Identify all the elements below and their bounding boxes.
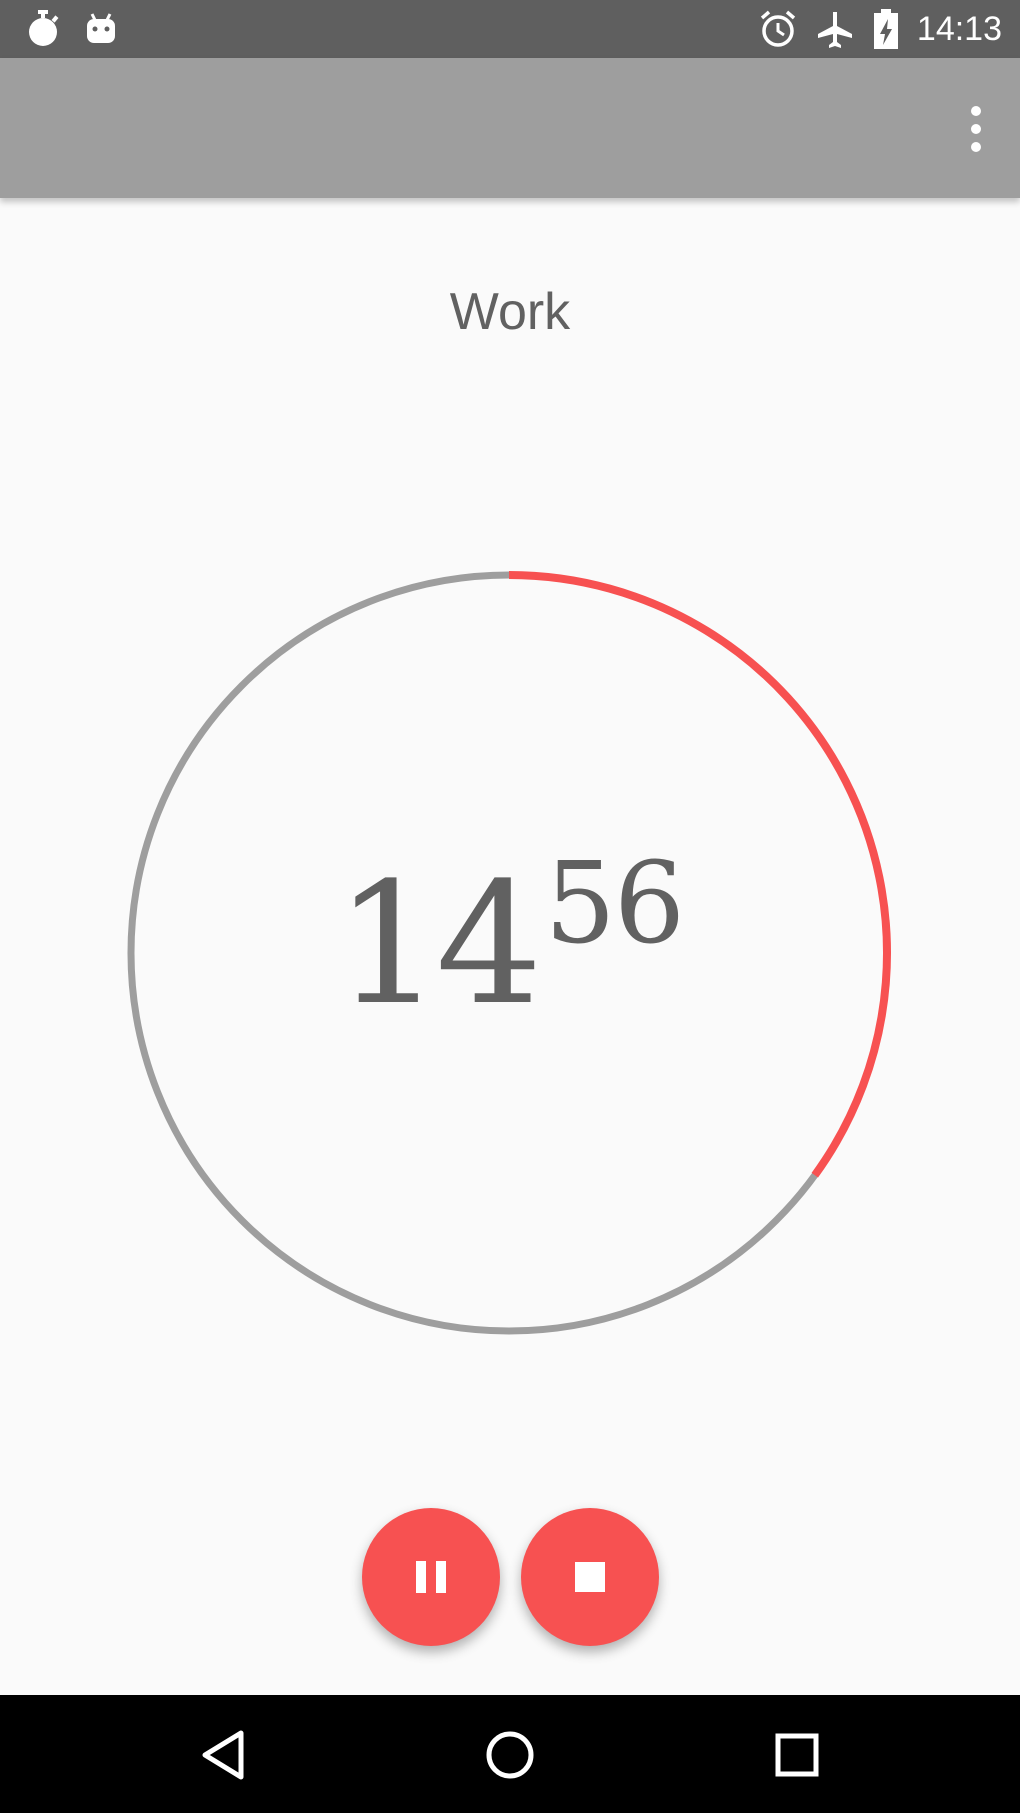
overflow-menu-button[interactable] [962,104,990,154]
app-bar [0,58,1020,198]
timer: 14 56 [126,570,892,1336]
timer-minutes: 14 [334,846,543,1042]
timer-seconds: 56 [544,839,686,969]
android-icon [87,13,115,43]
recents-icon [775,1733,819,1777]
system-icons: 14:13 [759,6,1002,52]
notification-icons [26,8,118,48]
navigation-bar [0,1695,1020,1813]
status-bar: 14:13 [0,0,1020,58]
airplane-mode-icon [817,12,852,48]
recents-button[interactable] [767,1725,827,1785]
more-vert-icon [971,106,981,152]
back-button[interactable] [195,1725,255,1785]
stop-icon [575,1562,605,1592]
alarm-icon [760,10,796,47]
pause-icon [416,1561,446,1593]
pause-button[interactable] [362,1508,500,1646]
battery-charging-icon [873,9,898,49]
home-button[interactable] [480,1725,540,1785]
time-remaining: 14 56 [126,570,892,1336]
status-time: 14:13 [916,10,1002,48]
session-label: Work [449,283,571,341]
home-icon [486,1731,534,1779]
stop-button[interactable] [521,1508,659,1646]
back-icon [202,1730,244,1780]
stopwatch-icon [29,10,59,46]
